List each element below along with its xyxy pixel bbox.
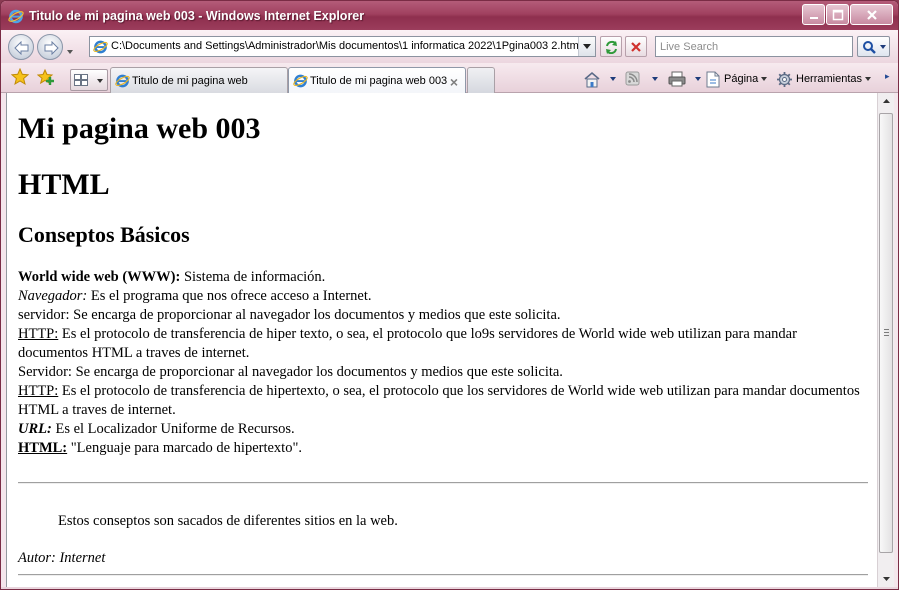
chevron-down-icon bbox=[761, 77, 768, 81]
refresh-icon bbox=[606, 40, 617, 54]
forward-button[interactable] bbox=[37, 34, 63, 60]
tools-menu-label: Herramientas bbox=[796, 73, 863, 85]
source-blockquote: Estos conseptos son sacados de diferente… bbox=[58, 513, 398, 529]
address-dropdown[interactable] bbox=[578, 37, 595, 56]
add-favorite-icon bbox=[36, 68, 54, 85]
servidor-line-1: servidor: Se encarga de proporcionar al … bbox=[18, 307, 561, 323]
search-icon bbox=[863, 41, 886, 54]
star-icon bbox=[10, 67, 30, 86]
ie-icon bbox=[115, 73, 130, 91]
http-definition-1: Es el protocolo de transferencia de hipe… bbox=[18, 326, 797, 361]
page-icon bbox=[706, 71, 720, 87]
home-button[interactable] bbox=[583, 68, 616, 90]
window-title: Titulo de mi pagina web 003 - Windows In… bbox=[29, 9, 365, 23]
scrollbar-grip bbox=[884, 329, 889, 338]
section-heading-html: HTML bbox=[18, 168, 110, 201]
back-forward-group bbox=[8, 34, 64, 60]
minimize-button[interactable] bbox=[802, 4, 825, 25]
horizontal-rule-1 bbox=[18, 482, 868, 484]
page-heading: Mi pagina web 003 bbox=[18, 112, 261, 145]
navegador-definition: Es el programa que nos ofrece acceso a I… bbox=[87, 288, 372, 304]
back-button[interactable] bbox=[8, 34, 34, 60]
maximize-button[interactable] bbox=[826, 4, 849, 25]
url-term: URL: bbox=[18, 421, 52, 437]
chevron-down-icon bbox=[695, 77, 701, 81]
ie-icon bbox=[293, 73, 308, 91]
stop-button[interactable] bbox=[625, 36, 647, 57]
window-frame-right bbox=[894, 93, 898, 587]
tab-bar: Titulo de mi pagina web Titulo de mi pag… bbox=[1, 63, 898, 94]
gear-icon bbox=[777, 71, 792, 87]
quick-tabs-button[interactable] bbox=[70, 69, 108, 91]
tab-label: Titulo de mi pagina web bbox=[132, 75, 248, 87]
close-button[interactable] bbox=[850, 4, 893, 25]
navigation-bar: C:\Documents and Settings\Administrador\… bbox=[1, 30, 898, 63]
toolbar-overflow-icon[interactable]: ▸ bbox=[885, 71, 890, 82]
stop-icon bbox=[631, 42, 641, 52]
http-definition-2: Es el protocolo de transferencia de hipe… bbox=[18, 383, 860, 418]
definitions-paragraph: World wide web (WWW): Sistema de informa… bbox=[18, 268, 866, 458]
chevron-down-icon bbox=[652, 77, 658, 81]
tab-label: Titulo de mi pagina web 003 bbox=[310, 75, 448, 87]
add-favorite-button[interactable] bbox=[36, 68, 55, 89]
subsection-heading: Conseptos Básicos bbox=[18, 222, 190, 247]
www-term: World wide web (WWW): bbox=[18, 269, 181, 285]
ie-icon bbox=[93, 39, 108, 57]
forward-arrow-icon bbox=[44, 41, 59, 55]
tools-menu-button[interactable]: Herramientas bbox=[776, 68, 872, 90]
address-bar[interactable]: C:\Documents and Settings\Administrador\… bbox=[89, 36, 596, 57]
minimize-icon bbox=[809, 16, 818, 19]
navegador-term: Navegador: bbox=[18, 288, 88, 304]
chevron-down-icon bbox=[67, 50, 73, 54]
search-box[interactable] bbox=[655, 36, 853, 57]
horizontal-rule-2 bbox=[18, 574, 868, 576]
chevron-down-icon bbox=[97, 79, 103, 83]
scrollbar-thumb[interactable] bbox=[879, 113, 893, 553]
recent-pages-dropdown[interactable] bbox=[67, 43, 73, 57]
title-bar: Titulo de mi pagina web 003 - Windows In… bbox=[1, 1, 898, 30]
search-input[interactable] bbox=[660, 38, 850, 55]
search-button[interactable] bbox=[857, 36, 890, 57]
chevron-down-icon bbox=[865, 77, 872, 81]
refresh-button[interactable] bbox=[600, 36, 622, 57]
home-icon bbox=[584, 71, 600, 87]
page-viewport: Mi pagina web 003 HTML Conseptos Básicos… bbox=[6, 93, 877, 587]
servidor-line-2: Servidor: Se encarga de proporcionar al … bbox=[18, 364, 563, 380]
back-arrow-icon bbox=[14, 41, 29, 55]
close-icon bbox=[866, 9, 877, 20]
printer-icon bbox=[668, 71, 686, 87]
browser-window: Titulo de mi pagina web 003 - Windows In… bbox=[0, 0, 899, 590]
www-definition: Sistema de información. bbox=[180, 269, 326, 285]
chevron-down-icon bbox=[610, 77, 616, 81]
tab-2[interactable]: Titulo de mi pagina web 003 × bbox=[288, 67, 466, 94]
chevron-down-icon bbox=[883, 577, 890, 581]
window-controls bbox=[802, 4, 893, 25]
print-button[interactable] bbox=[668, 68, 701, 90]
html-term: HTML: bbox=[18, 440, 68, 456]
http-term-1: HTTP: bbox=[18, 326, 59, 342]
feed-icon bbox=[625, 71, 640, 86]
http-term-2: HTTP: bbox=[18, 383, 59, 399]
scroll-down-button[interactable] bbox=[878, 570, 895, 587]
tab-1[interactable]: Titulo de mi pagina web bbox=[110, 67, 288, 93]
new-tab-button[interactable] bbox=[467, 67, 495, 93]
chevron-down-icon bbox=[583, 44, 591, 49]
author-line: Autor: Internet bbox=[18, 550, 106, 566]
chevron-up-icon bbox=[883, 99, 890, 103]
url-definition: Es el Localizador Uniforme de Recursos. bbox=[51, 421, 295, 437]
page-menu-button[interactable]: Página bbox=[705, 68, 768, 90]
scroll-up-button[interactable] bbox=[878, 93, 895, 110]
favorites-button[interactable] bbox=[10, 67, 30, 89]
ie-icon bbox=[8, 8, 24, 27]
tab-close-icon[interactable]: × bbox=[450, 74, 458, 90]
feeds-button[interactable] bbox=[625, 68, 658, 90]
page-menu-label: Página bbox=[724, 73, 759, 85]
address-url[interactable]: C:\Documents and Settings\Administrador\… bbox=[111, 40, 581, 52]
quick-tabs-icon bbox=[74, 74, 88, 86]
vertical-scrollbar[interactable] bbox=[877, 93, 894, 587]
html-definition: "Lenguaje para marcado de hipertexto". bbox=[67, 440, 303, 456]
maximize-icon bbox=[832, 9, 843, 20]
